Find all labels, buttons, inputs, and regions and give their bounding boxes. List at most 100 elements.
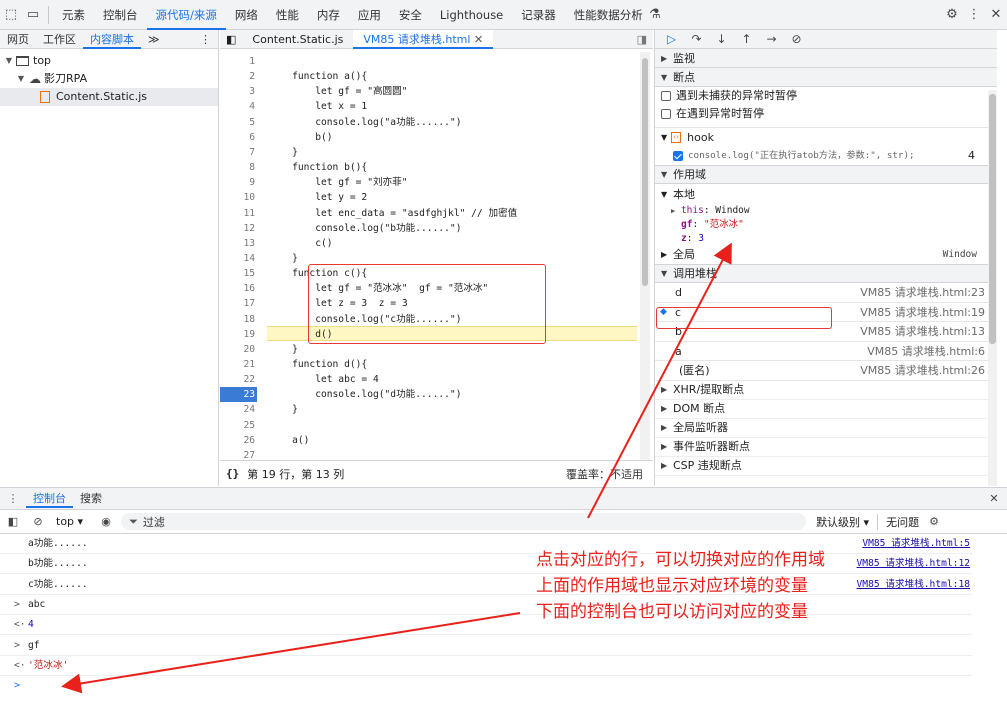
line-number[interactable]: 20 [220, 342, 257, 357]
line-number[interactable]: 21 [220, 357, 257, 372]
scope-var-z[interactable]: z: 3 [655, 232, 997, 246]
line-number[interactable]: 23 [220, 387, 257, 403]
line-number[interactable]: 26 [220, 433, 257, 448]
tab-page[interactable]: 网页 [0, 30, 36, 49]
section-event-listener-breakpoints[interactable]: ▶ 事件监听器断点 [655, 437, 997, 457]
tab-lighthouse[interactable]: Lighthouse [431, 0, 512, 30]
tree-node-extension[interactable]: ▼ ☁ 影刀RPA [0, 70, 218, 88]
line-number[interactable]: 1 [220, 54, 257, 69]
line-number[interactable]: 7 [220, 145, 257, 160]
line-number[interactable]: 24 [220, 402, 257, 417]
section-csp-breakpoints[interactable]: ▶ CSP 违规断点 [655, 456, 997, 476]
issues-button[interactable]: 无问题 [886, 514, 919, 530]
line-number[interactable]: 17 [220, 296, 257, 311]
section-xhr-breakpoints[interactable]: ▶ XHR/提取断点 [655, 380, 997, 400]
tab-application[interactable]: 应用 [349, 0, 390, 30]
line-number[interactable]: 8 [220, 160, 257, 175]
line-number[interactable]: 15 [220, 266, 257, 281]
line-number[interactable]: 2 [220, 69, 257, 84]
breakpoint-file-hook[interactable]: ▼ ‹› hook [655, 127, 997, 147]
tab-network[interactable]: 网络 [226, 0, 267, 30]
message-source-link[interactable]: VM85 请求堆栈.html:12 [857, 554, 970, 574]
tab-elements[interactable]: 元素 [53, 0, 94, 30]
deactivate-breakpoints-icon[interactable]: ⊘ [784, 32, 809, 46]
toggle-navigator-icon[interactable]: ◧ [220, 30, 242, 49]
pretty-print-icon[interactable]: {} [226, 467, 239, 480]
line-number[interactable]: 22 [220, 372, 257, 387]
line-number[interactable]: 11 [220, 206, 257, 221]
more-options-icon[interactable]: ⋮ [963, 4, 985, 26]
section-global-listeners[interactable]: ▶ 全局监听器 [655, 418, 997, 438]
breakpoint-hook-line[interactable]: console.log("正在执行atob方法，参数:", str); 4 [655, 147, 997, 165]
device-toolbar-icon[interactable]: ▭ [22, 4, 44, 26]
call-frame-d[interactable]: d VM85 请求堆栈.html:23 [655, 283, 997, 303]
section-scope[interactable]: ▼ 作用域 [655, 165, 997, 184]
line-number[interactable]: 5 [220, 115, 257, 130]
step-icon[interactable]: → [759, 32, 784, 46]
tab-security[interactable]: 安全 [390, 0, 431, 30]
settings-gear-icon[interactable]: ⚙ [941, 4, 963, 26]
console-prompt[interactable]: > [14, 680, 20, 691]
tab-performance[interactable]: 性能 [267, 0, 308, 30]
drawer-menu-icon[interactable]: ⋮ [0, 492, 26, 505]
drawer-tab-search[interactable]: 搜索 [73, 489, 109, 508]
resume-icon[interactable]: ▷ [659, 32, 684, 46]
sidebar-toggle-icon[interactable]: ◧ [0, 515, 26, 528]
checkbox[interactable] [673, 151, 683, 161]
toggle-debugger-icon[interactable]: ◨ [631, 30, 653, 49]
tree-node-file[interactable]: Content.Static.js [0, 88, 218, 106]
tab-performance-insights[interactable]: 性能数据分析 [565, 0, 652, 30]
pause-caught-option[interactable]: 在遇到异常时暂停 [655, 105, 997, 123]
tab-memory[interactable]: 内存 [308, 0, 349, 30]
tree-node-top[interactable]: ▼ top [0, 52, 218, 70]
more-tabs-icon[interactable]: ≫ [141, 30, 167, 49]
step-out-icon[interactable]: ↑ [734, 32, 759, 46]
scope-global[interactable]: ▶ 全局 Window [655, 246, 997, 264]
section-watch[interactable]: ▶ 监视 [655, 49, 997, 68]
line-number[interactable]: 12 [220, 221, 257, 236]
message-source-link[interactable]: VM85 请求堆栈.html:5 [862, 534, 970, 554]
scope-local[interactable]: ▼ 本地 [655, 186, 997, 204]
debugger-scrollbar[interactable] [988, 90, 997, 486]
log-level-dropdown[interactable]: 默认级别 ▾ [816, 514, 869, 530]
console-output[interactable]: a功能...... VM85 请求堆栈.html:5 b功能...... VM85 请… [0, 534, 1007, 694]
message-source-link[interactable]: VM85 请求堆栈.html:18 [857, 575, 970, 595]
navigator-menu-icon[interactable]: ⋮ [193, 30, 218, 49]
tab-workspace[interactable]: 工作区 [36, 30, 83, 49]
line-number[interactable]: 14 [220, 251, 257, 266]
editor-tab-file[interactable]: Content.Static.js [242, 30, 353, 49]
code-area[interactable]: 12 function a(){3 let gf = "高圆圆" 4 let x … [220, 54, 640, 461]
clear-console-icon[interactable]: ⊘ [26, 515, 50, 528]
tab-content-scripts[interactable]: 内容脚本 [83, 30, 141, 49]
tab-recorder[interactable]: 记录器 [512, 0, 565, 30]
line-number[interactable]: 6 [220, 130, 257, 145]
line-number[interactable]: 4 [220, 99, 257, 114]
close-drawer-icon[interactable]: ✕ [981, 492, 1007, 505]
filter-input[interactable]: ⏷ 过滤 [121, 513, 807, 530]
inspect-element-icon[interactable]: ⬚ [0, 4, 22, 26]
line-number[interactable]: 25 [220, 418, 257, 433]
drawer-tab-console[interactable]: 控制台 [26, 489, 73, 508]
console-settings-icon[interactable]: ⚙ [919, 515, 949, 528]
live-expression-eye-icon[interactable]: ◉ [91, 515, 121, 528]
call-frame-anonymous[interactable]: (匿名) VM85 请求堆栈.html:26 [655, 361, 997, 381]
call-frame-a[interactable]: a VM85 请求堆栈.html:6 [655, 342, 997, 361]
editor-scrollbar[interactable] [640, 52, 650, 460]
line-number[interactable]: 16 [220, 281, 257, 296]
checkbox[interactable] [661, 91, 671, 101]
section-call-stack[interactable]: ▼ 调用堆栈 [655, 264, 997, 283]
section-breakpoints[interactable]: ▼ 断点 [655, 68, 997, 87]
line-number[interactable]: 18 [220, 312, 257, 327]
editor-tab-vm85[interactable]: VM85 请求堆栈.html ✕ [353, 29, 494, 49]
step-into-icon[interactable]: ↓ [709, 32, 734, 46]
checkbox[interactable] [661, 109, 671, 119]
scope-var-this[interactable]: ▶ this: Window [655, 204, 997, 218]
line-number[interactable]: 19 [220, 327, 257, 342]
line-number[interactable]: 9 [220, 175, 257, 190]
tab-console[interactable]: 控制台 [94, 0, 147, 30]
step-over-icon[interactable]: ↷ [684, 32, 709, 46]
scope-var-gf[interactable]: gf: "范冰冰" [655, 218, 997, 232]
tab-sources[interactable]: 源代码/来源 [146, 0, 226, 30]
close-tab-icon[interactable]: ✕ [474, 33, 483, 46]
line-number[interactable]: 10 [220, 190, 257, 205]
